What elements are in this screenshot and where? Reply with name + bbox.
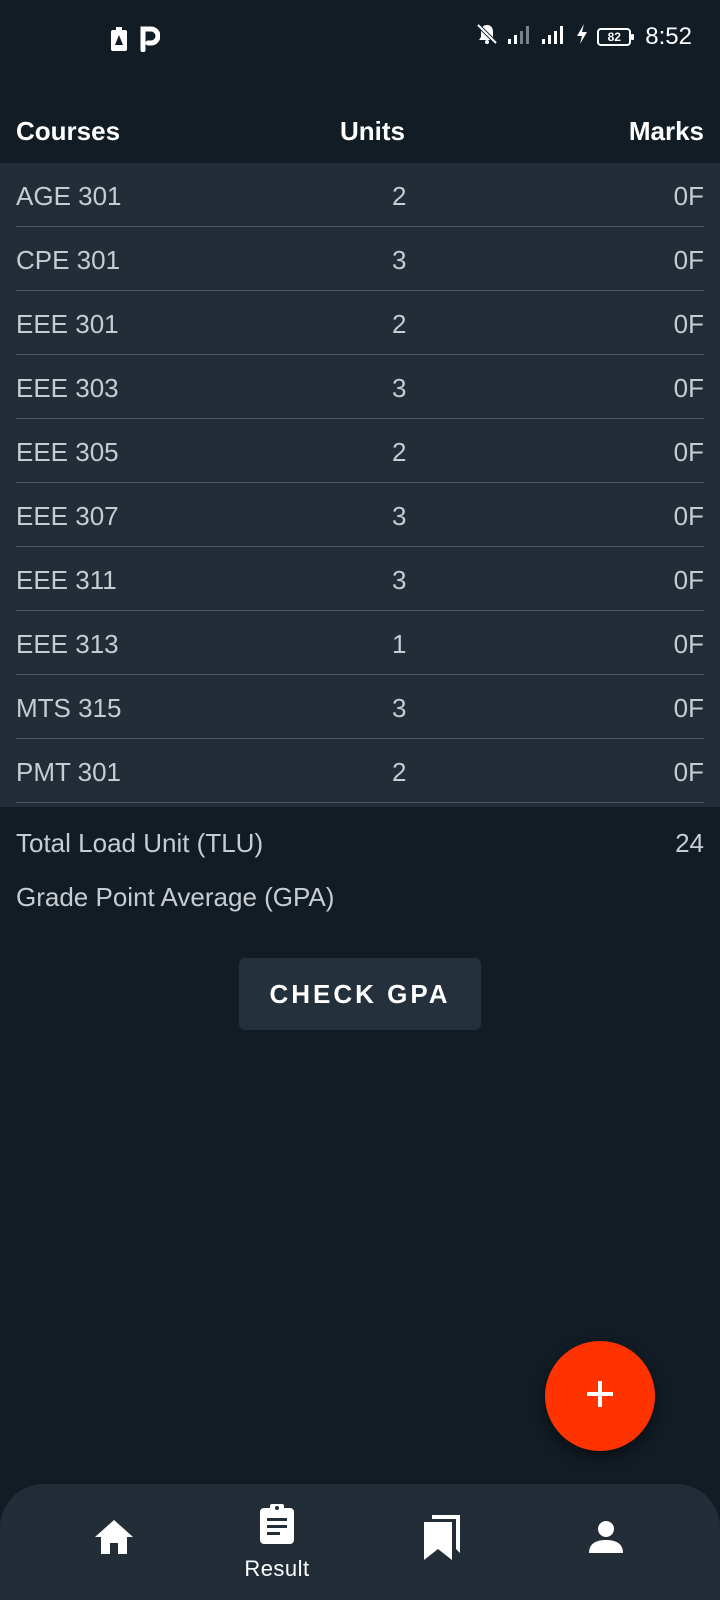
gpa-label: Grade Point Average (GPA) bbox=[16, 882, 335, 912]
units-cell: 3 bbox=[392, 693, 407, 723]
marks-cell: 0F bbox=[673, 437, 704, 467]
units-cell: 2 bbox=[392, 437, 407, 467]
home-icon bbox=[93, 1517, 135, 1562]
table-row[interactable]: EEE 307 3 0F bbox=[16, 483, 704, 547]
table-row[interactable]: EEE 303 3 0F bbox=[16, 355, 704, 419]
course-cell: EEE 305 bbox=[16, 437, 119, 467]
units-cell: 2 bbox=[392, 309, 407, 339]
signal-icon bbox=[507, 23, 533, 50]
clock: 8:52 bbox=[645, 22, 692, 50]
parking-p-icon bbox=[140, 26, 161, 57]
nav-bookmarks[interactable] bbox=[352, 1484, 532, 1600]
units-cell: 1 bbox=[392, 629, 407, 659]
header-units: Units bbox=[340, 116, 405, 146]
marks-cell: 0F bbox=[673, 629, 704, 659]
table-header: Courses Units Marks bbox=[16, 108, 704, 158]
course-cell: AGE 301 bbox=[16, 181, 122, 211]
units-cell: 3 bbox=[392, 373, 407, 403]
marks-cell: 0F bbox=[673, 693, 704, 723]
marks-cell: 0F bbox=[673, 309, 704, 339]
table-row[interactable]: PMT 301 2 0F bbox=[16, 739, 704, 803]
course-cell: PMT 301 bbox=[16, 757, 122, 787]
marks-cell: 0F bbox=[673, 373, 704, 403]
marks-cell: 0F bbox=[673, 501, 704, 531]
course-cell: EEE 303 bbox=[16, 373, 119, 403]
units-cell: 3 bbox=[392, 245, 407, 275]
status-bar: 82 8:52 bbox=[0, 0, 720, 80]
nav-profile[interactable] bbox=[516, 1484, 696, 1600]
bell-off-icon bbox=[475, 22, 499, 51]
tlu-value: 24 bbox=[675, 828, 704, 858]
marks-cell: 0F bbox=[673, 181, 704, 211]
nav-result-label: Result bbox=[244, 1555, 310, 1581]
marks-cell: 0F bbox=[673, 565, 704, 595]
units-cell: 3 bbox=[392, 501, 407, 531]
table-row[interactable]: EEE 305 2 0F bbox=[16, 419, 704, 483]
tlu-row: Total Load Unit (TLU) 24 bbox=[16, 820, 704, 874]
table-row[interactable]: EEE 313 1 0F bbox=[16, 611, 704, 675]
clipboard-icon bbox=[258, 1503, 296, 1550]
table-row[interactable]: AGE 301 2 0F bbox=[16, 163, 704, 227]
table-row[interactable]: MTS 315 3 0F bbox=[16, 675, 704, 739]
course-cell: EEE 307 bbox=[16, 501, 119, 531]
summary: Total Load Unit (TLU) 24 Grade Point Ave… bbox=[16, 820, 704, 928]
signal-icon bbox=[541, 23, 567, 50]
units-cell: 2 bbox=[392, 181, 407, 211]
person-icon bbox=[588, 1519, 624, 1560]
header-courses: Courses bbox=[16, 116, 121, 146]
course-cell: EEE 301 bbox=[16, 309, 119, 339]
table-row[interactable]: EEE 301 2 0F bbox=[16, 291, 704, 355]
nav-result[interactable]: Result bbox=[187, 1484, 367, 1600]
nav-home[interactable] bbox=[24, 1484, 204, 1600]
plus-icon bbox=[585, 1379, 615, 1414]
course-cell: CPE 301 bbox=[16, 245, 121, 275]
add-course-button[interactable] bbox=[545, 1341, 655, 1451]
check-gpa-button[interactable]: CHECK GPA bbox=[239, 958, 481, 1030]
units-cell: 3 bbox=[392, 565, 407, 595]
gpa-row: Grade Point Average (GPA) bbox=[16, 874, 704, 928]
course-cell: EEE 311 bbox=[16, 565, 117, 595]
marks-cell: 0F bbox=[673, 245, 704, 275]
bottom-nav: Result bbox=[0, 1484, 720, 1600]
course-cell: MTS 315 bbox=[16, 693, 122, 723]
course-cell: EEE 313 bbox=[16, 629, 119, 659]
battery-icon: 82 bbox=[597, 27, 635, 46]
marks-cell: 0F bbox=[673, 757, 704, 787]
table-row[interactable]: CPE 301 3 0F bbox=[16, 227, 704, 291]
units-cell: 2 bbox=[392, 757, 407, 787]
tlu-label: Total Load Unit (TLU) bbox=[16, 828, 264, 858]
course-list: AGE 301 2 0F CPE 301 3 0F EEE 301 2 0F EEE 303 3 0F… bbox=[0, 163, 720, 807]
bookmarks-icon bbox=[422, 1513, 462, 1566]
alert-battery-icon bbox=[110, 26, 128, 57]
table-row[interactable]: EEE 311 3 0F bbox=[16, 547, 704, 611]
charging-icon bbox=[575, 23, 589, 50]
header-marks: Marks bbox=[628, 116, 704, 146]
